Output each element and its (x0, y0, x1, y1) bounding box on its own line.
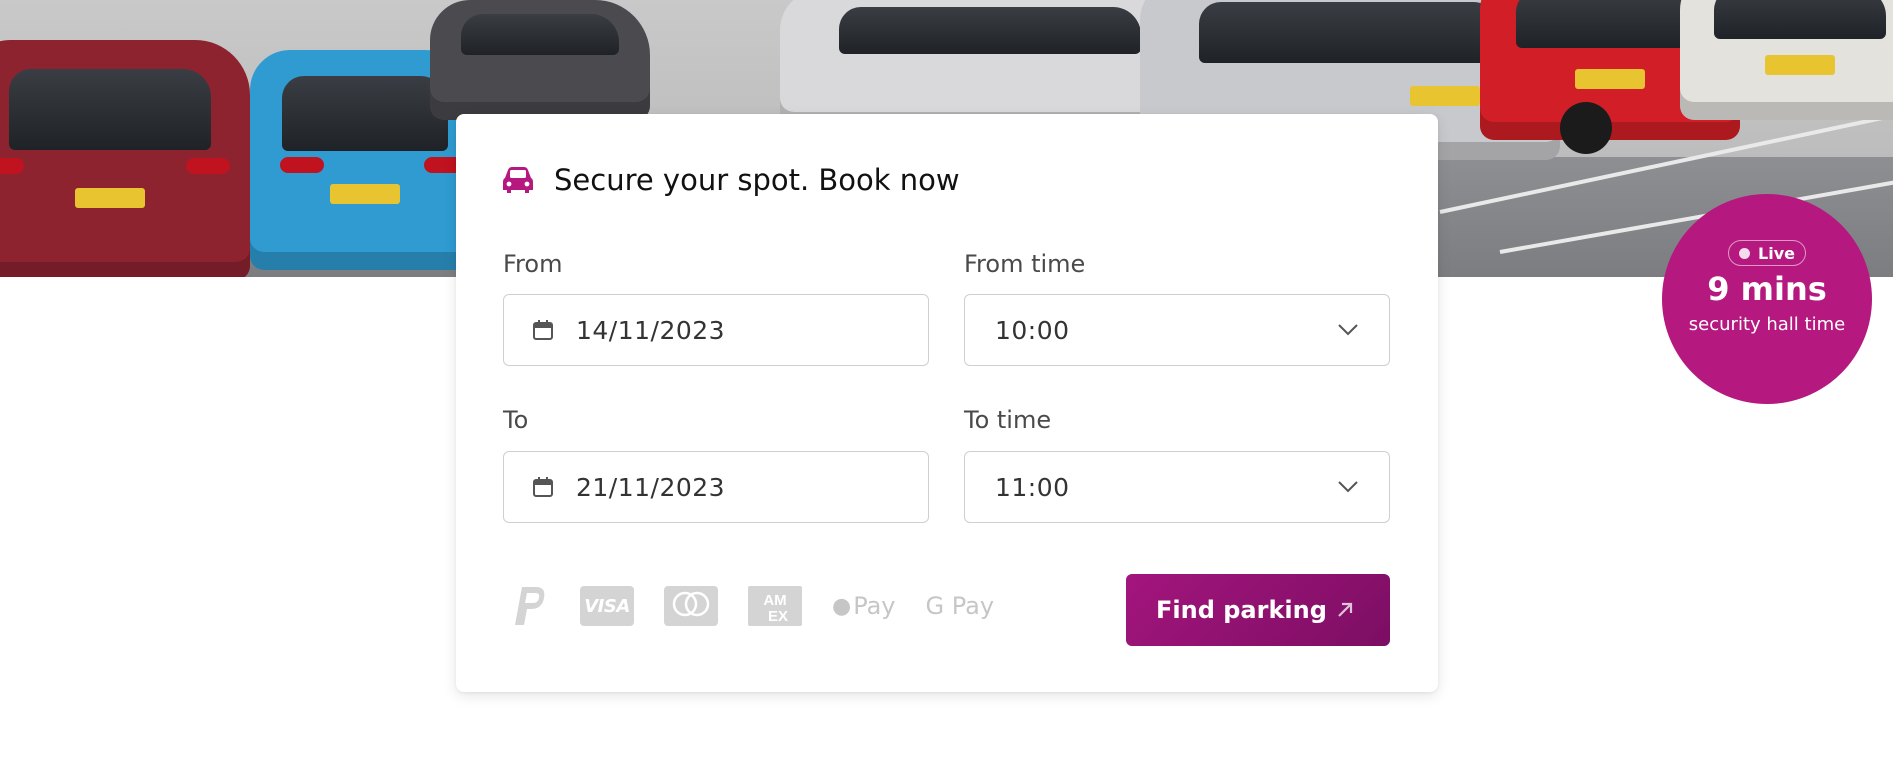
from-time-label: From time (964, 250, 1086, 278)
to-date-input[interactable]: 21/11/2023 (503, 451, 929, 523)
from-date-label: From (503, 250, 563, 278)
live-wait-caption: security hall time (1688, 314, 1846, 335)
visa-icon: VISA (580, 586, 634, 626)
booking-header: Secure your spot. Book now (502, 160, 960, 200)
live-label: Live (1758, 243, 1795, 263)
chevron-down-icon (1338, 324, 1358, 336)
live-wait-time: 9 mins (1707, 270, 1827, 308)
from-date-value: 14/11/2023 (576, 315, 726, 345)
to-time-label: To time (964, 406, 1052, 434)
to-date-label: To (503, 406, 529, 434)
car-white-back (780, 0, 1200, 130)
svg-text:EX: EX (768, 608, 788, 625)
from-time-select[interactable]: 10:00 (964, 294, 1390, 366)
svg-text:AM: AM (763, 592, 786, 609)
live-pill: Live (1728, 240, 1806, 266)
car-white-right (1680, 0, 1893, 120)
to-time-select[interactable]: 11:00 (964, 451, 1390, 523)
to-time-value: 11:00 (995, 472, 1070, 502)
google-pay-icon: G Pay (926, 592, 995, 620)
booking-title: Secure your spot. Book now (554, 163, 960, 197)
from-time-value: 10:00 (995, 315, 1070, 345)
calendar-icon (533, 320, 553, 340)
find-parking-button[interactable]: Find parking (1126, 574, 1390, 646)
chevron-down-icon (1338, 481, 1358, 493)
calendar-icon (533, 477, 553, 497)
car-icon (503, 167, 533, 193)
paypal-icon (515, 587, 545, 625)
apple-pay-icon: ● Pay (832, 592, 896, 620)
car-grey-back (430, 0, 650, 120)
live-wait-time-badge: Live 9 mins security hall time (1662, 194, 1872, 404)
payment-methods: VISA AM EX ● Pay G Pay (512, 584, 994, 628)
booking-card: Secure your spot. Book now From 14/11/20… (456, 114, 1438, 692)
arrow-up-right-icon (1338, 602, 1353, 617)
to-date-value: 21/11/2023 (576, 472, 726, 502)
apple-pay-label: Pay (853, 592, 896, 620)
car-red-left (0, 40, 250, 277)
amex-icon: AM EX (748, 586, 802, 626)
find-parking-label: Find parking (1156, 596, 1327, 624)
from-date-input[interactable]: 14/11/2023 (503, 294, 929, 366)
google-pay-label: G Pay (925, 592, 995, 620)
live-dot-icon (1739, 247, 1751, 259)
mastercard-icon (664, 586, 718, 626)
